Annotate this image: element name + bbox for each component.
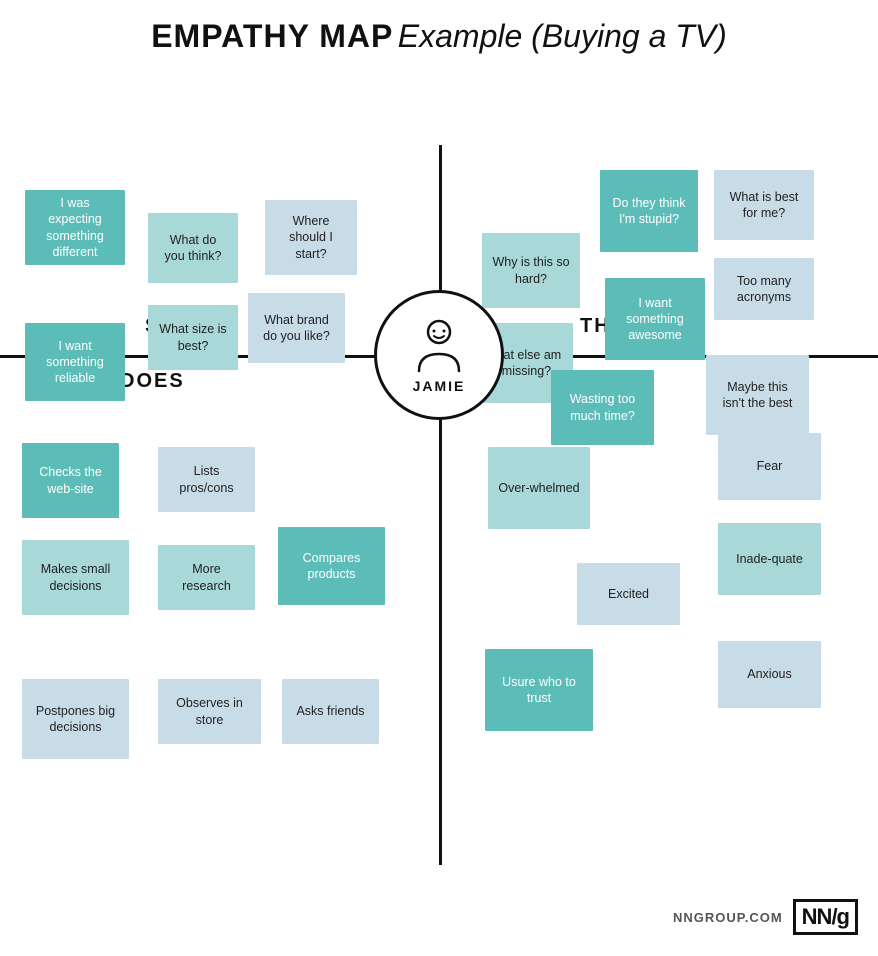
note-f4: Excited [577,563,680,625]
title-area: EMPATHY MAP Example (Buying a TV) [0,0,878,65]
note-d1: Checks the web-site [22,443,119,518]
footer: NNGROUP.COM NN/g [673,899,858,935]
map-container: SAYS THINKS DOES FEELS JAMIE I was expec… [0,65,878,945]
note-s2: What do you think? [148,213,238,283]
title-bold: EMPATHY MAP [151,18,393,54]
footer-logo: NN/g [793,899,858,935]
note-d6: Observes in store [158,679,261,744]
note-t6: I want something awesome [605,278,705,360]
note-s3: Where should I start? [265,200,357,275]
note-s5: What size is best? [148,305,238,370]
note-s6: I want something reliable [25,323,125,401]
note-f2: Fear [718,433,821,500]
note-d3: Postpones big decisions [22,679,129,759]
vertical-line [439,145,442,865]
title-italic: Example (Buying a TV) [398,18,727,54]
note-s4: What brand do you like? [248,293,345,363]
note-t4: Why is this so hard? [482,233,580,308]
note-f5: Usure who to trust [485,649,593,731]
center-name: JAMIE [413,378,466,394]
note-t7: Wasting too much time? [551,370,654,445]
note-f6: Anxious [718,641,821,708]
note-d2: Makes small decisions [22,540,129,615]
note-f3: Inade-quate [718,523,821,595]
note-d7: Compares products [278,527,385,605]
note-d4: Lists pros/cons [158,447,255,512]
note-d5: More research [158,545,255,610]
note-s1: I was expecting something different [25,190,125,265]
footer-url: NNGROUP.COM [673,910,783,925]
note-t1: Do they think I'm stupid? [600,170,698,252]
person-icon [409,316,469,376]
center-circle: JAMIE [374,290,504,420]
note-t8: Maybe this isn't the best [706,355,809,435]
does-label: DOES [120,370,185,393]
note-d8: Asks friends [282,679,379,744]
note-t2: What is best for me? [714,170,814,240]
note-f1: Over-whelmed [488,447,590,529]
note-t3: Too many acronyms [714,258,814,320]
